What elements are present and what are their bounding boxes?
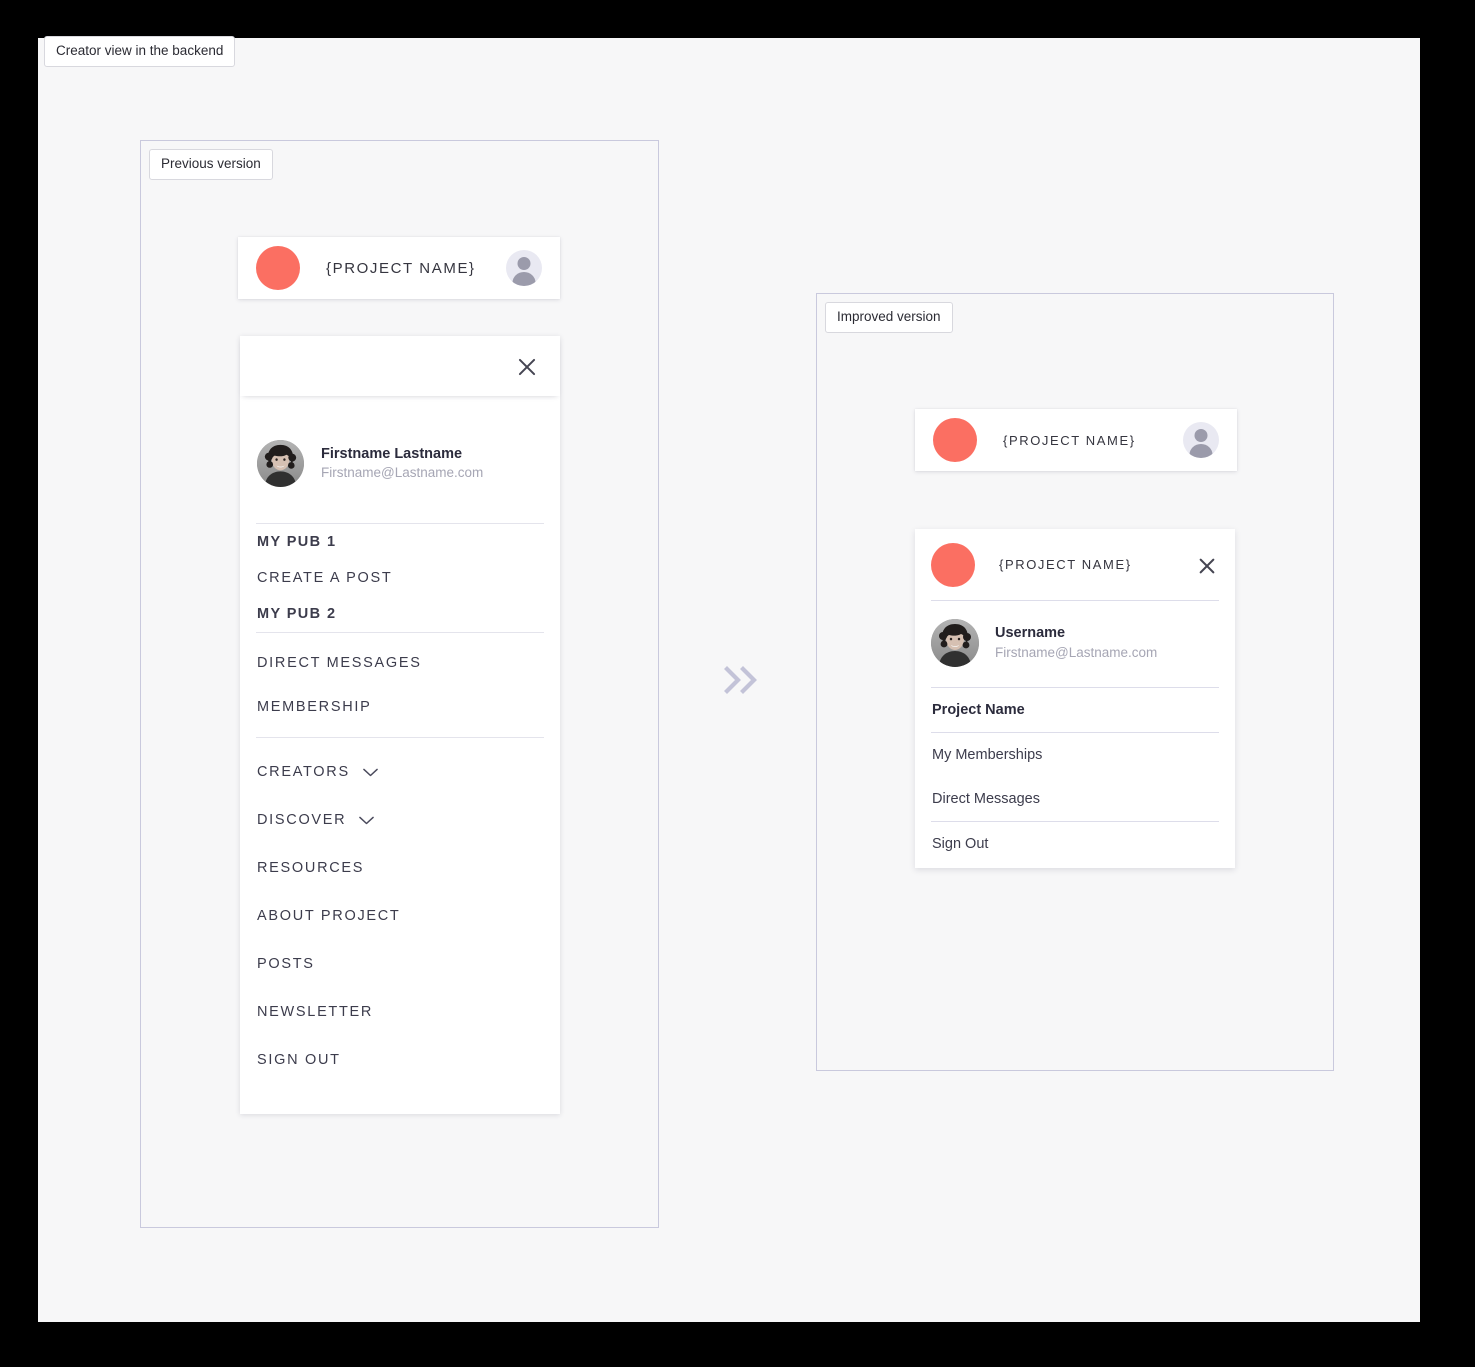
previous-user-name: Firstname Lastname — [321, 445, 463, 462]
double-chevron-right-icon — [720, 663, 766, 697]
menu-item-create-a-post[interactable]: CREATE A POST — [256, 560, 544, 596]
menu-item-resources[interactable]: RESOURCES — [256, 844, 544, 892]
menu-item-label: MY PUB 2 — [257, 606, 337, 622]
improved-menu-item-sign-out[interactable]: Sign Out — [931, 822, 1219, 868]
menu-item-label: CREATORS — [257, 764, 350, 780]
avatar-body-shape — [1189, 444, 1213, 458]
menu-item-posts[interactable]: POSTS — [256, 940, 544, 988]
user-photo-avatar — [257, 440, 304, 487]
board-title-chip: Creator view in the backend — [44, 36, 236, 67]
improved-version-label: Improved version — [825, 302, 953, 333]
menu-item-label: NEWSLETTER — [257, 1004, 374, 1020]
menu-item-my-pub-1[interactable]: MY PUB 1 — [256, 524, 544, 560]
menu-item-label: MEMBERSHIP — [257, 699, 372, 715]
menu-item-label: DISCOVER — [257, 812, 347, 828]
improved-menu-project-name: {PROJECT NAME} — [999, 557, 1132, 572]
previous-user-row[interactable]: Firstname Lastname Firstname@Lastname.co… — [256, 396, 544, 524]
avatar-head-shape — [517, 257, 531, 270]
menu-item-about-project[interactable]: ABOUT PROJECT — [256, 892, 544, 940]
menu-item-sign-out[interactable]: SIGN OUT — [256, 1036, 544, 1084]
previous-menu-group-publications: MY PUB 1 CREATE A POST MY PUB 2 — [256, 524, 544, 633]
design-canvas: Creator view in the backend Previous ver… — [38, 36, 1420, 1322]
menu-item-label: DIRECT MESSAGES — [257, 655, 422, 671]
user-avatar-icon[interactable] — [506, 250, 542, 286]
menu-item-label: ABOUT PROJECT — [257, 908, 401, 924]
improved-menu-item-my-memberships[interactable]: My Memberships — [931, 733, 1219, 777]
menu-item-direct-messages[interactable]: DIRECT MESSAGES — [256, 633, 544, 685]
previous-menu-body: Firstname Lastname Firstname@Lastname.co… — [240, 396, 560, 1114]
menu-item-label: MY PUB 1 — [257, 534, 337, 550]
improved-user-email: Firstname@Lastname.com — [995, 644, 1158, 660]
previous-menu-group-secondary: CREATORS DISCOVER RESOURCES ABOUT PROJEC… — [256, 738, 544, 1084]
avatar-head-shape — [1194, 429, 1208, 442]
previous-user-email: Firstname@Lastname.com — [321, 465, 484, 481]
menu-item-discover[interactable]: DISCOVER — [256, 796, 544, 844]
brand-dot-icon — [931, 542, 975, 587]
improved-menu-item-project-name[interactable]: Project Name — [931, 688, 1219, 733]
previous-menu-card: Firstname Lastname Firstname@Lastname.co… — [240, 336, 560, 1114]
improved-user-text: Username Firstname@Lastname.com — [995, 623, 1157, 662]
menu-item-label: POSTS — [257, 956, 315, 972]
previous-user-text: Firstname Lastname Firstname@Lastname.co… — [321, 445, 483, 483]
menu-item-label: Direct Messages — [932, 791, 1040, 807]
avatar-body-shape — [512, 272, 536, 286]
previous-version-label: Previous version — [149, 149, 273, 180]
close-icon[interactable] — [1197, 555, 1217, 575]
previous-menu-header — [240, 336, 560, 396]
close-icon[interactable] — [516, 355, 538, 377]
improved-project-name: {PROJECT NAME} — [1003, 432, 1136, 448]
improved-user-name: Username — [995, 625, 1066, 642]
menu-item-label: RESOURCES — [257, 860, 365, 876]
menu-item-creators[interactable]: CREATORS — [256, 738, 544, 796]
menu-item-label: SIGN OUT — [257, 1052, 341, 1068]
improved-menu-header: {PROJECT NAME} — [931, 529, 1219, 601]
brand-dot-icon — [256, 246, 300, 290]
improved-topbar: {PROJECT NAME} — [915, 409, 1237, 471]
menu-item-label: Sign Out — [932, 836, 989, 852]
previous-topbar: {PROJECT NAME} — [238, 237, 560, 299]
menu-item-label: CREATE A POST — [257, 570, 393, 586]
improved-menu-item-direct-messages[interactable]: Direct Messages — [931, 777, 1219, 822]
brand-dot-icon — [933, 418, 977, 462]
previous-menu-group-primary: DIRECT MESSAGES MEMBERSHIP — [256, 633, 544, 738]
improved-user-row[interactable]: Username Firstname@Lastname.com — [931, 601, 1219, 688]
menu-item-my-pub-2[interactable]: MY PUB 2 — [256, 596, 544, 632]
chevron-down-icon[interactable] — [359, 816, 375, 825]
menu-item-label: My Memberships — [932, 747, 1043, 763]
improved-menu-card: {PROJECT NAME} Username Firstname@Lastna… — [915, 529, 1235, 868]
user-avatar-icon[interactable] — [1183, 422, 1219, 458]
previous-project-name: {PROJECT NAME} — [326, 259, 476, 277]
user-photo-avatar — [931, 619, 979, 667]
menu-item-newsletter[interactable]: NEWSLETTER — [256, 988, 544, 1036]
menu-item-membership[interactable]: MEMBERSHIP — [256, 685, 544, 737]
chevron-down-icon[interactable] — [363, 768, 378, 777]
menu-item-label: Project Name — [932, 702, 1025, 718]
